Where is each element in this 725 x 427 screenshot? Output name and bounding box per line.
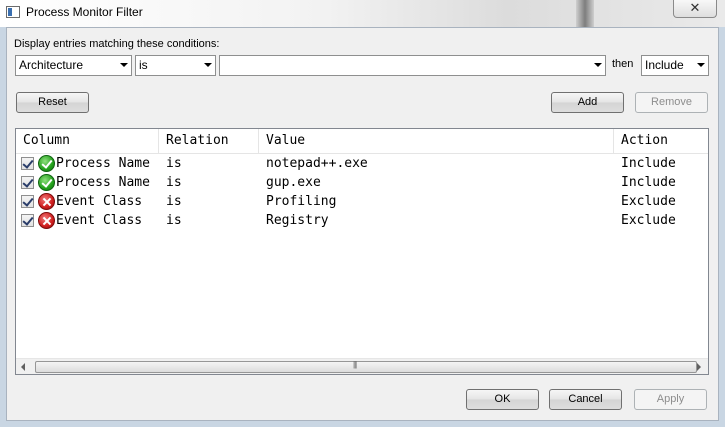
table-row[interactable]: Process Name is notepad++.exe Include: [16, 154, 708, 173]
row-relation: is: [166, 194, 182, 209]
table-row[interactable]: Event Class is Profiling Exclude: [16, 192, 708, 211]
scroll-left-arrow-icon[interactable]: [21, 363, 25, 371]
row-action: Include: [621, 156, 676, 171]
column-header-value[interactable]: Value: [259, 129, 614, 153]
row-relation: is: [166, 156, 182, 171]
row-value: Profiling: [266, 194, 337, 209]
table-row[interactable]: Event Class is Registry Exclude: [16, 211, 708, 230]
row-relation: is: [166, 213, 182, 228]
column-header-column[interactable]: Column: [16, 129, 159, 153]
row-column: Process Name: [56, 156, 150, 171]
action-select[interactable]: Include: [641, 55, 709, 76]
row-action: Exclude: [621, 194, 676, 209]
chevron-down-icon: [204, 63, 212, 67]
row-enabled-checkbox[interactable]: [21, 195, 34, 208]
close-icon: ✕: [689, 0, 701, 15]
row-action: Include: [621, 175, 676, 190]
window-app-icon: [6, 6, 20, 18]
relation-select-value: is: [139, 58, 148, 72]
table-row[interactable]: Process Name is gup.exe Include: [16, 173, 708, 192]
column-select[interactable]: Architecture: [15, 55, 132, 76]
filter-list[interactable]: Column Relation Value Action Process Nam…: [15, 128, 709, 375]
chevron-down-icon: [697, 63, 705, 67]
title-bar-decoration: [576, 0, 594, 27]
value-combobox[interactable]: [219, 55, 606, 76]
row-relation: is: [166, 175, 182, 190]
scroll-thumb[interactable]: [35, 361, 697, 373]
row-column: Event Class: [56, 194, 143, 209]
include-check-icon: [38, 174, 55, 191]
horizontal-scrollbar[interactable]: |||: [16, 358, 708, 374]
reset-button[interactable]: Reset: [16, 92, 89, 113]
then-label: then: [612, 58, 634, 70]
row-value: gup.exe: [266, 175, 321, 190]
column-header-relation[interactable]: Relation: [159, 129, 259, 153]
remove-button[interactable]: Remove: [635, 92, 708, 113]
row-enabled-checkbox[interactable]: [21, 176, 34, 189]
list-header: Column Relation Value Action: [16, 129, 708, 154]
exclude-x-icon: [38, 212, 55, 229]
column-header-action[interactable]: Action: [614, 129, 708, 153]
exclude-x-icon: [38, 193, 55, 210]
column-select-value: Architecture: [19, 58, 84, 72]
close-window-button[interactable]: ✕: [673, 0, 717, 18]
chevron-down-icon: [594, 63, 602, 67]
row-enabled-checkbox[interactable]: [21, 214, 34, 227]
apply-button[interactable]: Apply: [634, 389, 707, 410]
scroll-grip-icon: |||: [353, 360, 357, 369]
row-value: notepad++.exe: [266, 156, 368, 171]
row-enabled-checkbox[interactable]: [21, 157, 34, 170]
chevron-down-icon: [120, 63, 128, 67]
conditions-caption: Display entries matching these condition…: [14, 38, 220, 50]
add-button[interactable]: Add: [551, 92, 624, 113]
title-bar: Process Monitor Filter: [0, 0, 725, 27]
cancel-button[interactable]: Cancel: [549, 389, 622, 410]
row-column: Event Class: [56, 213, 143, 228]
window-title: Process Monitor Filter: [26, 5, 143, 19]
row-column: Process Name: [56, 175, 150, 190]
include-check-icon: [38, 155, 55, 172]
row-action: Exclude: [621, 213, 676, 228]
scroll-right-arrow-icon[interactable]: [697, 363, 701, 371]
ok-button[interactable]: OK: [466, 389, 539, 410]
relation-select[interactable]: is: [135, 55, 216, 76]
action-select-value: Include: [645, 58, 684, 72]
row-value: Registry: [266, 213, 329, 228]
